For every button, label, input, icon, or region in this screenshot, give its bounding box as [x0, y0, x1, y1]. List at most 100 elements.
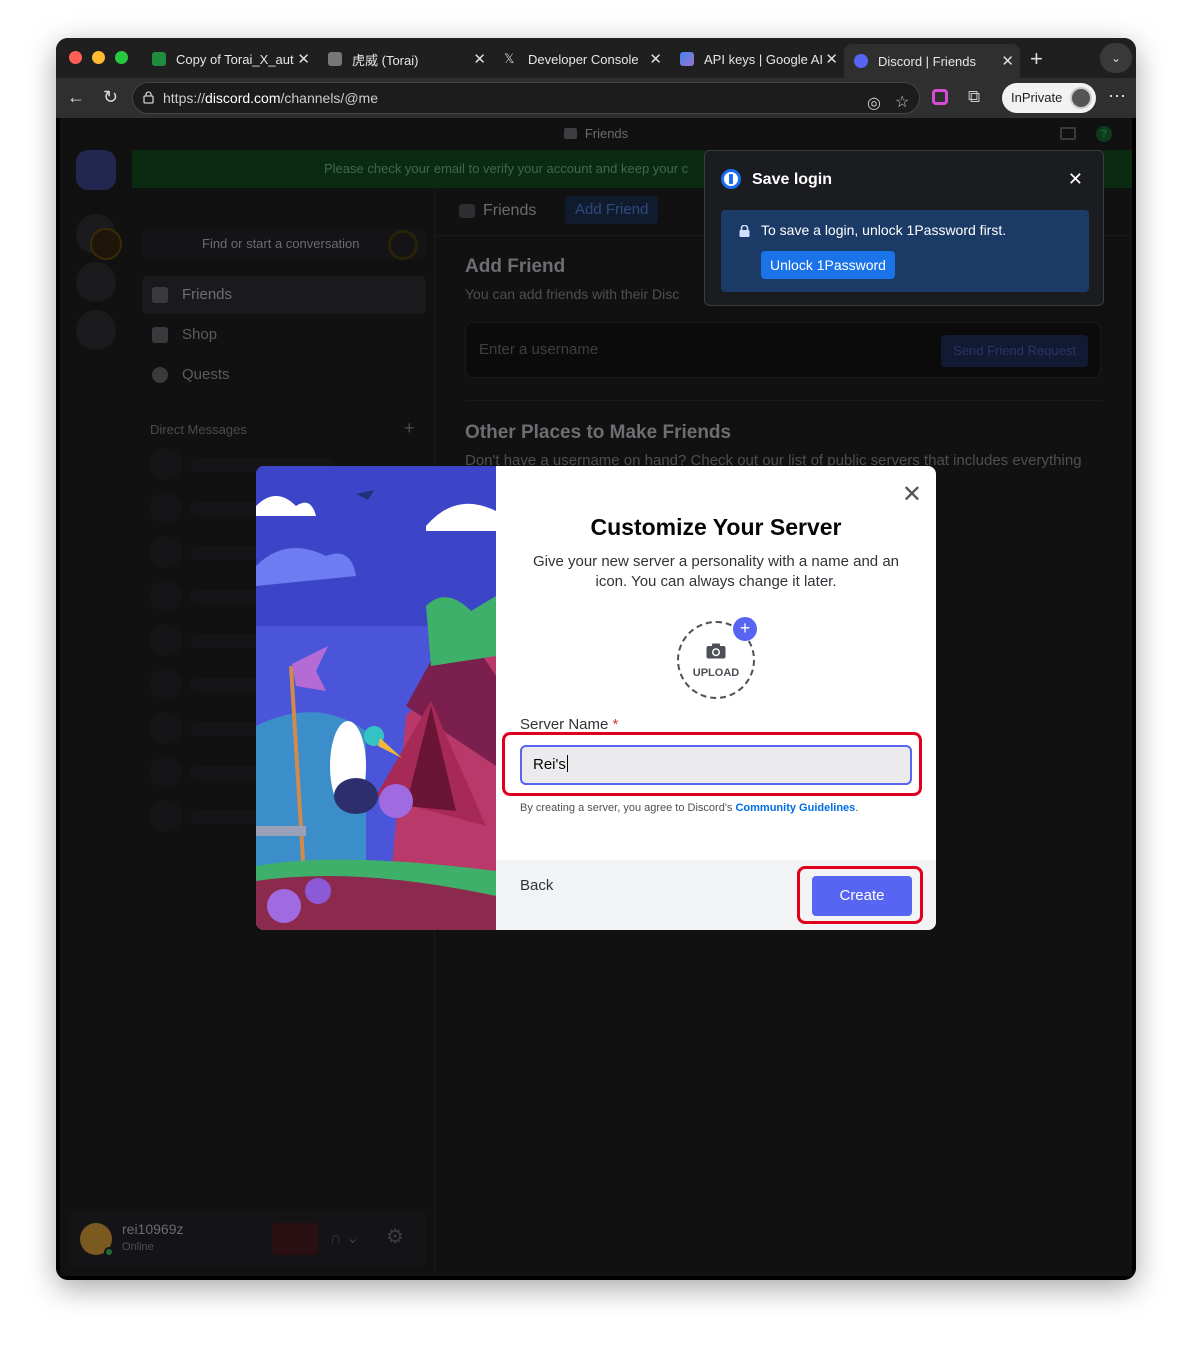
tab-title: Developer Console: [528, 51, 639, 67]
required-mark: *: [612, 716, 619, 733]
sidebar-item-shop[interactable]: Shop: [142, 316, 426, 354]
maximize-window-button[interactable]: [115, 51, 128, 64]
create-dm-button[interactable]: +: [404, 418, 415, 439]
username-placeholder: Enter a username: [479, 341, 599, 358]
favorite-star-icon[interactable]: ☆: [895, 88, 909, 118]
shop-icon: [152, 327, 168, 343]
close-icon[interactable]: ✕: [1068, 169, 1083, 190]
other-places-title: Other Places to Make Friends: [465, 422, 732, 443]
sidebar-item-label: Quests: [182, 366, 230, 383]
friends-header-icon: [459, 204, 475, 218]
inbox-icon[interactable]: [1060, 127, 1076, 140]
direct-messages-header: Direct Messages: [150, 422, 247, 437]
settings-gear-icon[interactable]: ⚙: [386, 1224, 404, 1249]
tab-api-keys[interactable]: API keys | Google AI ✕: [674, 44, 844, 74]
create-button[interactable]: Create: [812, 876, 912, 916]
send-friend-request-button[interactable]: Send Friend Request: [941, 335, 1088, 367]
divider: [465, 400, 1101, 401]
modal-footer: Back Create: [496, 860, 936, 930]
tab-title: Copy of Torai_X_auto: [176, 51, 294, 67]
terms-text: By creating a server, you agree to Disco…: [520, 802, 736, 814]
modal-content: ✕ Customize Your Server Give your new se…: [496, 466, 936, 930]
extensions-puzzle-icon[interactable]: ⧉: [968, 87, 980, 107]
tab-torai[interactable]: 虎威 (Torai) ✕: [322, 44, 492, 74]
sidebar-item-quests[interactable]: Quests: [142, 356, 426, 394]
url-path: /channels/@me: [280, 90, 378, 106]
minimize-window-button[interactable]: [92, 51, 105, 64]
friends-header-title: Friends: [483, 202, 537, 219]
site-icon: [328, 52, 342, 66]
url-prefix: https://: [163, 90, 206, 106]
add-plus-icon: +: [733, 617, 757, 641]
quest-orb-icon: [90, 228, 122, 260]
browser-window: Copy of Torai_X_auto ✕ 虎威 (Torai) ✕ 𝕏 De…: [56, 38, 1136, 1280]
username: rei10969z: [122, 1221, 184, 1237]
terms-end: .: [855, 802, 859, 814]
tab-title: 虎威 (Torai): [352, 52, 419, 68]
headphones-icon[interactable]: ∩ ⌄: [330, 1228, 364, 1250]
close-tab-icon[interactable]: ✕: [297, 50, 310, 68]
user-status: Online: [122, 1241, 154, 1253]
quest-badge-icon: [388, 230, 418, 260]
onepassword-logo-icon: [721, 169, 741, 189]
add-friend-subtitle: You can add friends with their Disc: [465, 286, 680, 302]
window-title-text: Friends: [584, 126, 629, 141]
close-tab-icon[interactable]: ✕: [825, 50, 838, 68]
discord-app: Friends ? Please check your email to ver…: [60, 118, 1132, 1276]
inprivate-badge[interactable]: InPrivate: [1002, 83, 1096, 113]
close-tab-icon[interactable]: ✕: [473, 50, 486, 68]
conversation-search-button[interactable]: Find or start a conversation: [142, 228, 426, 260]
modal-subtitle: Give your new server a personality with …: [532, 553, 900, 590]
sidebar-item-friends[interactable]: Friends: [142, 276, 426, 314]
close-window-button[interactable]: [69, 51, 82, 64]
download-apps-icon[interactable]: [76, 310, 116, 350]
customize-server-modal: ✕ Customize Your Server Give your new se…: [256, 466, 936, 930]
discord-window-title: Friends: [60, 118, 1132, 150]
user-panel: rei10969z Online ∩ ⌄ ⚙: [68, 1210, 426, 1268]
new-tab-button[interactable]: +: [1030, 46, 1043, 72]
tracking-prevention-icon[interactable]: ◎: [867, 89, 881, 119]
back-arrow-icon[interactable]: ←: [67, 87, 85, 108]
tab-discord-active[interactable]: Discord | Friends ✕: [844, 44, 1020, 78]
server-rail: [60, 150, 132, 1276]
close-icon[interactable]: ✕: [902, 480, 922, 509]
server-name-label: Server Name *: [520, 716, 618, 733]
community-guidelines-link[interactable]: Community Guidelines: [735, 802, 855, 814]
quests-icon: [152, 367, 168, 383]
direct-messages-home-icon[interactable]: [76, 150, 116, 190]
sheets-icon: [152, 52, 166, 66]
discover-compass-icon[interactable]: [76, 262, 116, 302]
back-button[interactable]: Back: [520, 877, 553, 894]
close-tab-icon[interactable]: ✕: [1001, 52, 1014, 70]
unlock-1password-button[interactable]: Unlock 1Password: [761, 251, 895, 279]
lock-icon: [739, 225, 750, 237]
friends-title-icon: [563, 128, 577, 139]
extension-color-icon[interactable]: [932, 89, 948, 105]
save-login-title: Save login: [752, 171, 833, 188]
terms-notice: By creating a server, you agree to Disco…: [520, 802, 858, 814]
server-name-input[interactable]: Rei's: [520, 745, 912, 785]
username-input[interactable]: Enter a username Send Friend Request: [465, 322, 1101, 378]
more-menu-icon[interactable]: ⋯: [1108, 86, 1126, 107]
upload-icon-button[interactable]: UPLOAD +: [677, 617, 757, 699]
tab-sheets[interactable]: Copy of Torai_X_auto ✕: [146, 44, 316, 74]
close-tab-icon[interactable]: ✕: [649, 50, 662, 68]
google-ai-icon: [680, 52, 694, 66]
lock-icon: [143, 91, 154, 104]
address-bar: ← ↻ https://discord.com/channels/@me ◎ ☆…: [56, 78, 1136, 118]
modal-title: Customize Your Server: [590, 514, 842, 540]
url-field[interactable]: https://discord.com/channels/@me ◎ ☆: [132, 82, 920, 114]
help-icon[interactable]: ?: [1096, 126, 1112, 142]
discord-icon: [854, 54, 868, 68]
tab-add-friend[interactable]: Add Friend: [565, 196, 659, 224]
unlock-notice: To save a login, unlock 1Password first.…: [721, 210, 1089, 292]
mute-microphone-button[interactable]: [272, 1223, 318, 1255]
server-name-value: Rei's: [533, 756, 566, 773]
tab-list-button[interactable]: ⌄: [1100, 43, 1132, 73]
tab-developer-console[interactable]: 𝕏 Developer Console ✕: [498, 44, 668, 74]
reload-icon[interactable]: ↻: [103, 87, 118, 108]
tab-bar: Copy of Torai_X_auto ✕ 虎威 (Torai) ✕ 𝕏 De…: [56, 38, 1136, 78]
tab-title: Discord | Friends: [878, 53, 977, 69]
save-login-popup: Save login ✕ To save a login, unlock 1Pa…: [704, 150, 1104, 306]
friends-icon: [152, 287, 168, 303]
